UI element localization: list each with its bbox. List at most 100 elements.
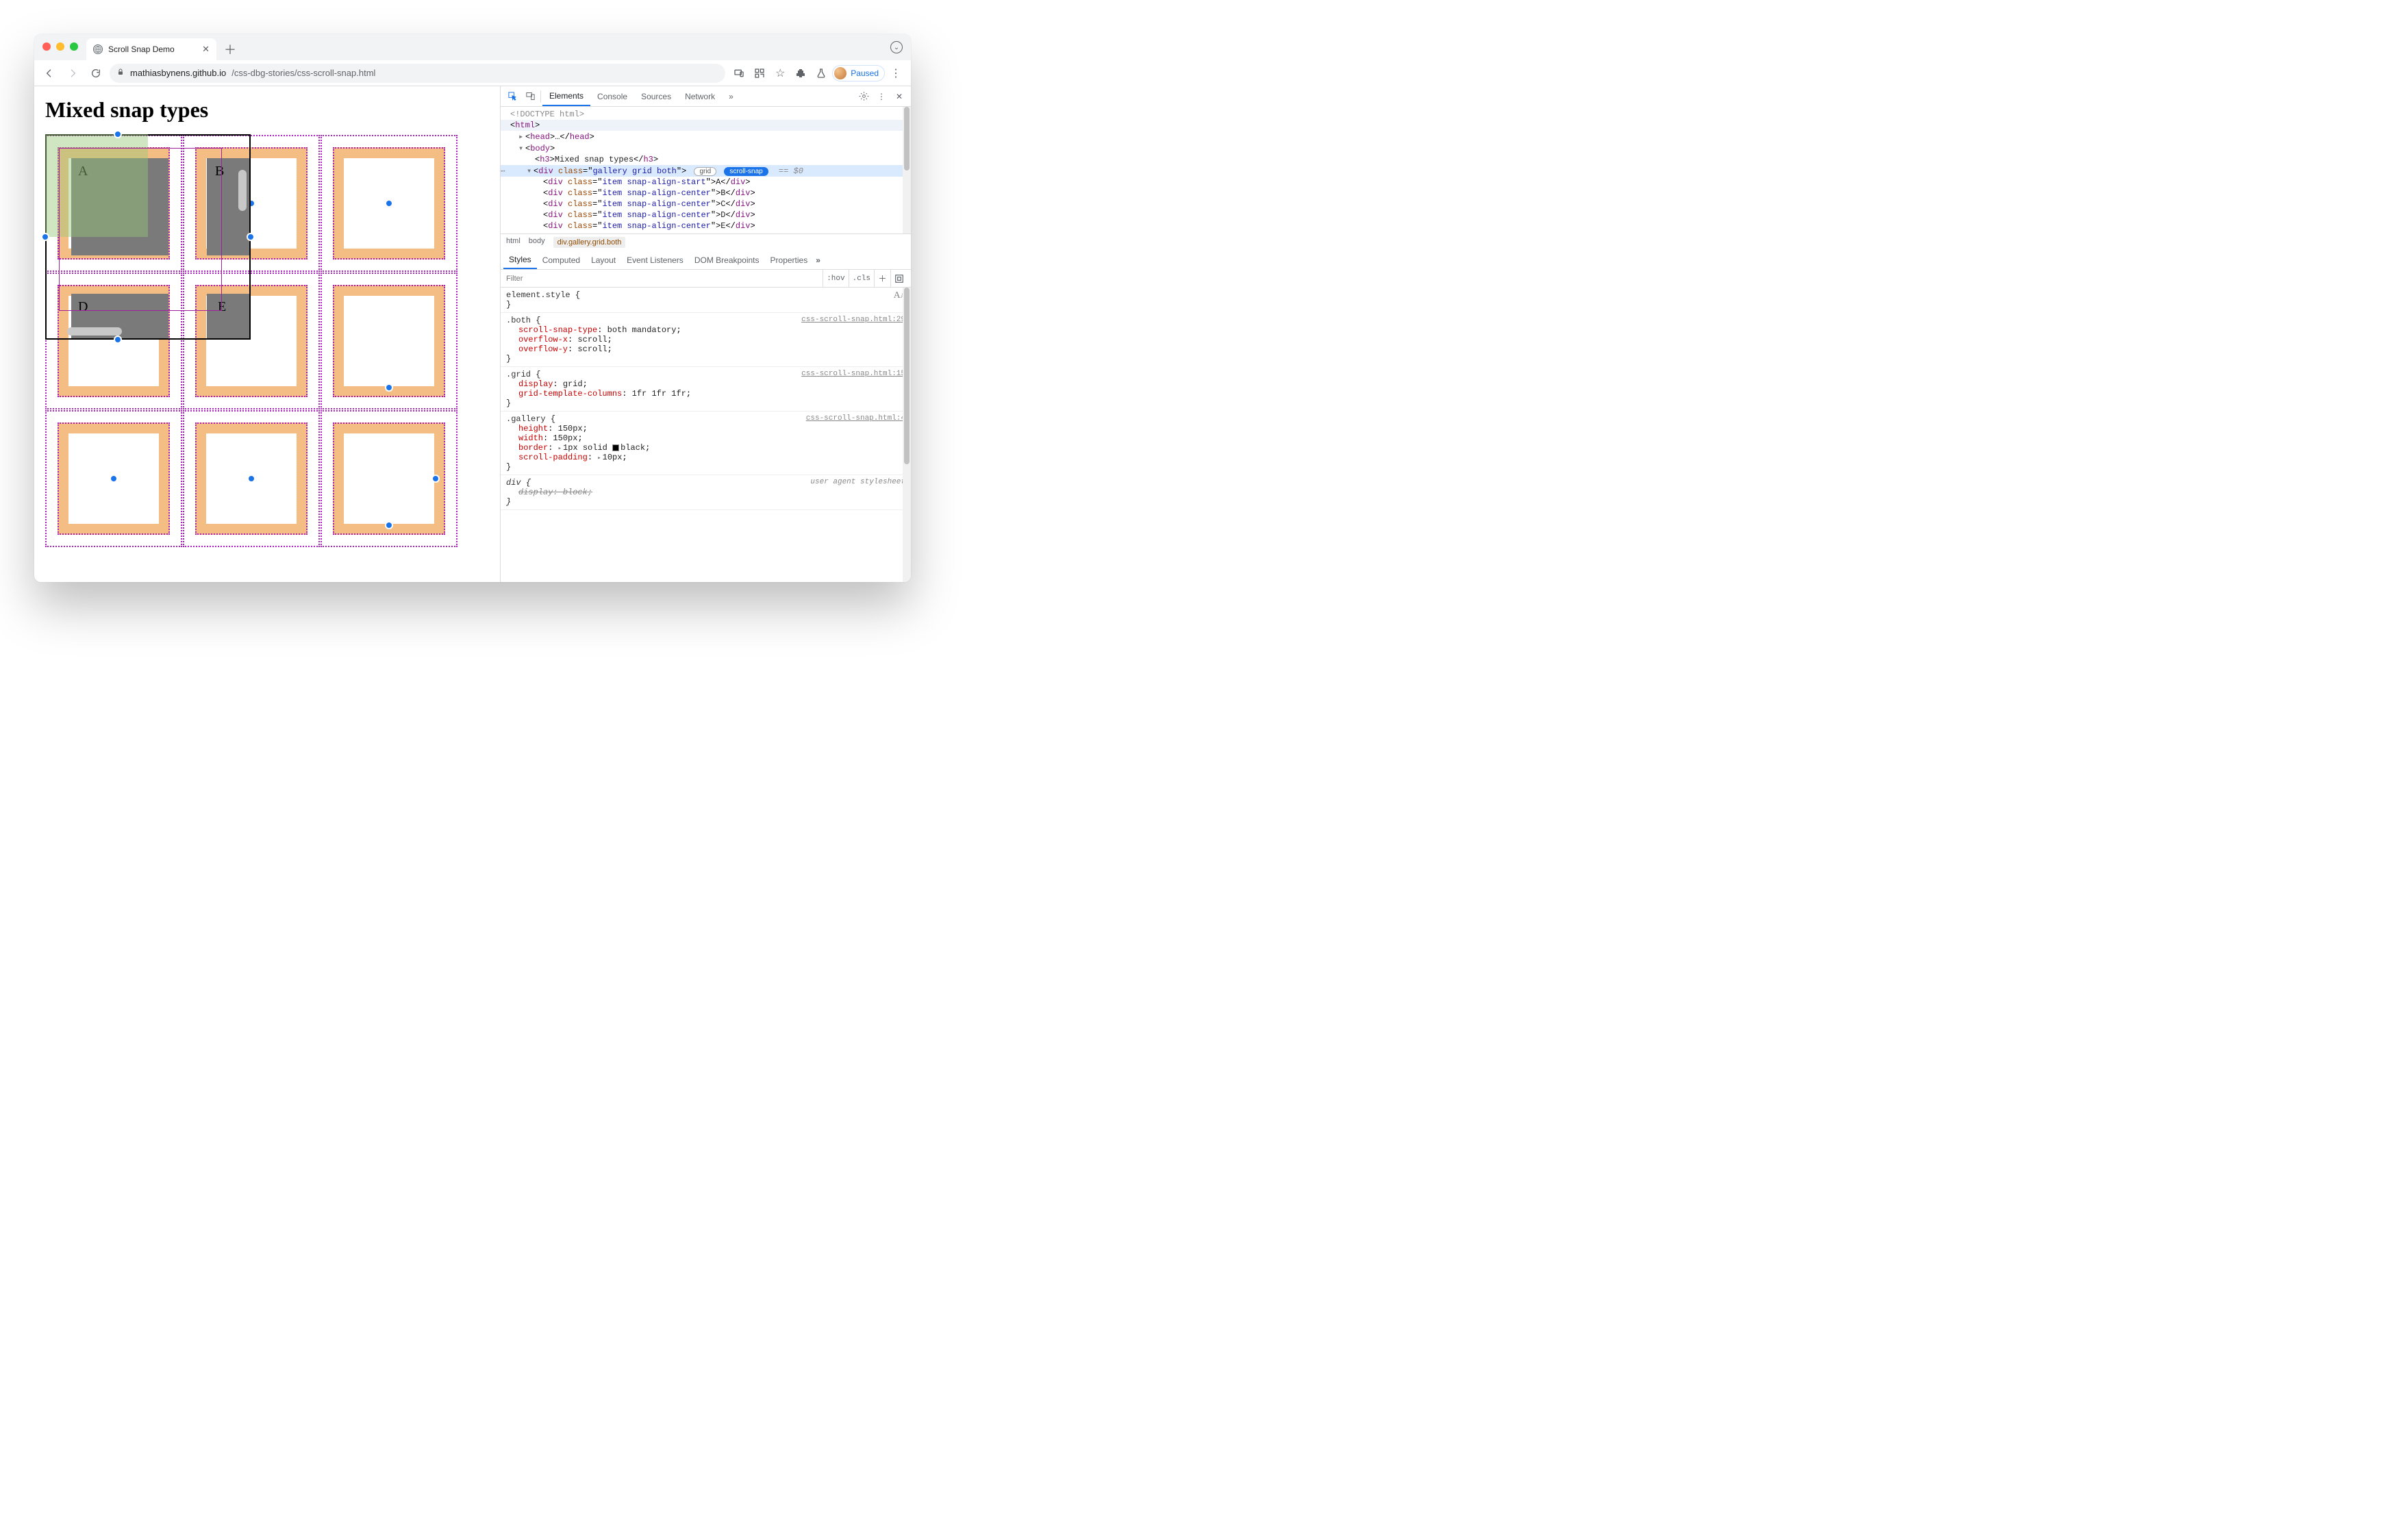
- dom-body-open[interactable]: ▾<body>: [501, 142, 911, 154]
- dom-child[interactable]: <div class="item snap-align-center">E</d…: [501, 220, 911, 231]
- dom-gallery-selected[interactable]: ⋯ ▾<div class="gallery grid both"> grid …: [501, 165, 911, 177]
- dollar-zero-label: == $0: [779, 166, 803, 176]
- hov-toggle[interactable]: :hov: [823, 270, 848, 287]
- title-bar: Scroll Snap Demo ✕ ＋ ⌄: [34, 34, 911, 60]
- color-swatch-icon[interactable]: [612, 444, 619, 451]
- tab-elements[interactable]: Elements: [542, 86, 590, 106]
- styles-subtabs: Styles Computed Layout Event Listeners D…: [501, 251, 911, 270]
- close-window-button[interactable]: [42, 42, 51, 51]
- snap-point-indicator: [385, 521, 393, 529]
- dom-child[interactable]: <div class="item snap-align-center">B</d…: [501, 188, 911, 199]
- breadcrumb-item[interactable]: body: [529, 237, 545, 248]
- ellipsis-icon[interactable]: ⋯: [501, 166, 505, 176]
- rule-both[interactable]: css-scroll-snap.html:29 .both { scroll-s…: [501, 313, 911, 367]
- source-link: user agent stylesheet: [810, 478, 905, 486]
- browser-window: Scroll Snap Demo ✕ ＋ ⌄ mathiasbynens.git…: [34, 34, 911, 582]
- subtabs-overflow-icon[interactable]: »: [816, 255, 820, 265]
- labs-icon[interactable]: [812, 64, 831, 83]
- snap-point-indicator: [385, 383, 393, 392]
- avatar-icon: [834, 67, 846, 79]
- tab-title: Scroll Snap Demo: [108, 45, 175, 54]
- profile-paused-pill[interactable]: Paused: [832, 65, 885, 81]
- styles-pane[interactable]: AA element.style { } css-scroll-snap.htm…: [501, 288, 911, 582]
- device-toggle-icon[interactable]: [521, 86, 539, 106]
- breadcrumb-item-selected[interactable]: div.gallery.grid.both: [553, 237, 626, 248]
- subtab-props[interactable]: Properties: [765, 251, 814, 269]
- maximize-window-button[interactable]: [70, 42, 78, 51]
- grid-cell: [183, 135, 320, 272]
- tab-console[interactable]: Console: [590, 86, 634, 106]
- dom-tree[interactable]: <!DOCTYPE html> <html> ▸<head>…</head> ▾…: [501, 107, 911, 234]
- dom-child[interactable]: <div class="item snap-align-center">C</d…: [501, 199, 911, 210]
- expand-icon[interactable]: ▸: [558, 445, 562, 452]
- browser-tab[interactable]: Scroll Snap Demo ✕: [86, 38, 216, 60]
- device-icon[interactable]: [729, 64, 749, 83]
- minimize-window-button[interactable]: [56, 42, 64, 51]
- dom-child[interactable]: <div class="item snap-align-center">D</d…: [501, 210, 911, 220]
- computed-panel-icon[interactable]: [890, 270, 907, 287]
- gear-icon[interactable]: [855, 86, 873, 106]
- new-tab-button[interactable]: ＋: [221, 40, 240, 59]
- subtab-computed[interactable]: Computed: [537, 251, 586, 269]
- rule-div-ua[interactable]: user agent stylesheet div { display: blo…: [501, 475, 911, 510]
- toolbar: mathiasbynens.github.io/css-dbg-stories/…: [34, 60, 911, 86]
- content-area: Mixed snap types A B D E: [34, 86, 911, 582]
- chrome-menu-button[interactable]: ⋮: [886, 64, 905, 83]
- scrollbar-vertical[interactable]: [903, 107, 911, 234]
- kebab-icon[interactable]: ⋮: [873, 86, 890, 106]
- back-button[interactable]: [40, 64, 59, 83]
- snap-point-indicator: [247, 475, 255, 483]
- window-controls: [42, 42, 78, 51]
- rule-element-style[interactable]: AA element.style { }: [501, 288, 911, 313]
- item-e: E: [207, 294, 251, 338]
- close-tab-icon[interactable]: ✕: [202, 44, 210, 55]
- url-path: /css-dbg-stories/css-scroll-snap.html: [231, 68, 375, 78]
- tab-sources[interactable]: Sources: [634, 86, 678, 106]
- dom-html-open[interactable]: <html>: [501, 120, 911, 131]
- reload-button[interactable]: [86, 64, 105, 83]
- address-bar[interactable]: mathiasbynens.github.io/css-dbg-stories/…: [110, 64, 725, 83]
- breadcrumb: html body div.gallery.grid.both: [501, 234, 911, 251]
- devtools-tabs: Elements Console Sources Network » ⋮ ✕: [501, 86, 911, 107]
- scrollbar-vertical[interactable]: [903, 288, 911, 582]
- cls-toggle[interactable]: .cls: [849, 270, 874, 287]
- new-rule-icon[interactable]: ＋: [874, 270, 890, 287]
- item-b: B: [207, 158, 251, 255]
- rule-gallery[interactable]: css-scroll-snap.html:4 .gallery { height…: [501, 412, 911, 475]
- extensions-icon[interactable]: [791, 64, 810, 83]
- bookmark-icon[interactable]: ☆: [770, 64, 790, 83]
- grid-badge[interactable]: grid: [694, 167, 716, 176]
- rendered-page: Mixed snap types A B D E: [34, 86, 500, 582]
- inspect-icon[interactable]: [503, 86, 521, 106]
- close-devtools-icon[interactable]: ✕: [890, 86, 908, 106]
- styles-filter-input[interactable]: [505, 274, 823, 283]
- tab-list-button[interactable]: ⌄: [890, 41, 903, 53]
- subtab-listeners[interactable]: Event Listeners: [621, 251, 689, 269]
- source-link[interactable]: css-scroll-snap.html:15: [801, 370, 905, 378]
- item-a: A: [71, 158, 168, 255]
- subtab-dombp[interactable]: DOM Breakpoints: [689, 251, 765, 269]
- url-host: mathiasbynens.github.io: [130, 68, 226, 78]
- source-link[interactable]: css-scroll-snap.html:4: [806, 414, 905, 422]
- scroll-snap-badge[interactable]: scroll-snap: [724, 167, 768, 176]
- styles-filter-row: :hov .cls ＋: [501, 270, 911, 288]
- expand-icon[interactable]: ▸: [597, 455, 601, 462]
- breadcrumb-item[interactable]: html: [506, 237, 521, 248]
- tabs-overflow-icon[interactable]: »: [722, 86, 740, 106]
- grid-cell: [183, 410, 320, 547]
- dom-head[interactable]: ▸<head>…</head>: [501, 131, 911, 142]
- source-link[interactable]: css-scroll-snap.html:29: [801, 316, 905, 324]
- tab-network[interactable]: Network: [678, 86, 722, 106]
- subtab-styles[interactable]: Styles: [503, 251, 537, 269]
- rule-grid[interactable]: css-scroll-snap.html:15 .grid { display:…: [501, 367, 911, 412]
- snap-point-indicator: [431, 475, 440, 483]
- page-title: Mixed snap types: [45, 97, 489, 123]
- globe-icon: [93, 45, 103, 54]
- forward-button[interactable]: [63, 64, 82, 83]
- qr-icon[interactable]: [750, 64, 769, 83]
- dom-doctype[interactable]: <!DOCTYPE html>: [501, 109, 911, 120]
- subtab-layout[interactable]: Layout: [586, 251, 621, 269]
- dom-h3[interactable]: <h3>Mixed snap types</h3>: [501, 154, 911, 165]
- dom-child[interactable]: <div class="item snap-align-start">A</di…: [501, 177, 911, 188]
- item-d: D: [71, 294, 168, 338]
